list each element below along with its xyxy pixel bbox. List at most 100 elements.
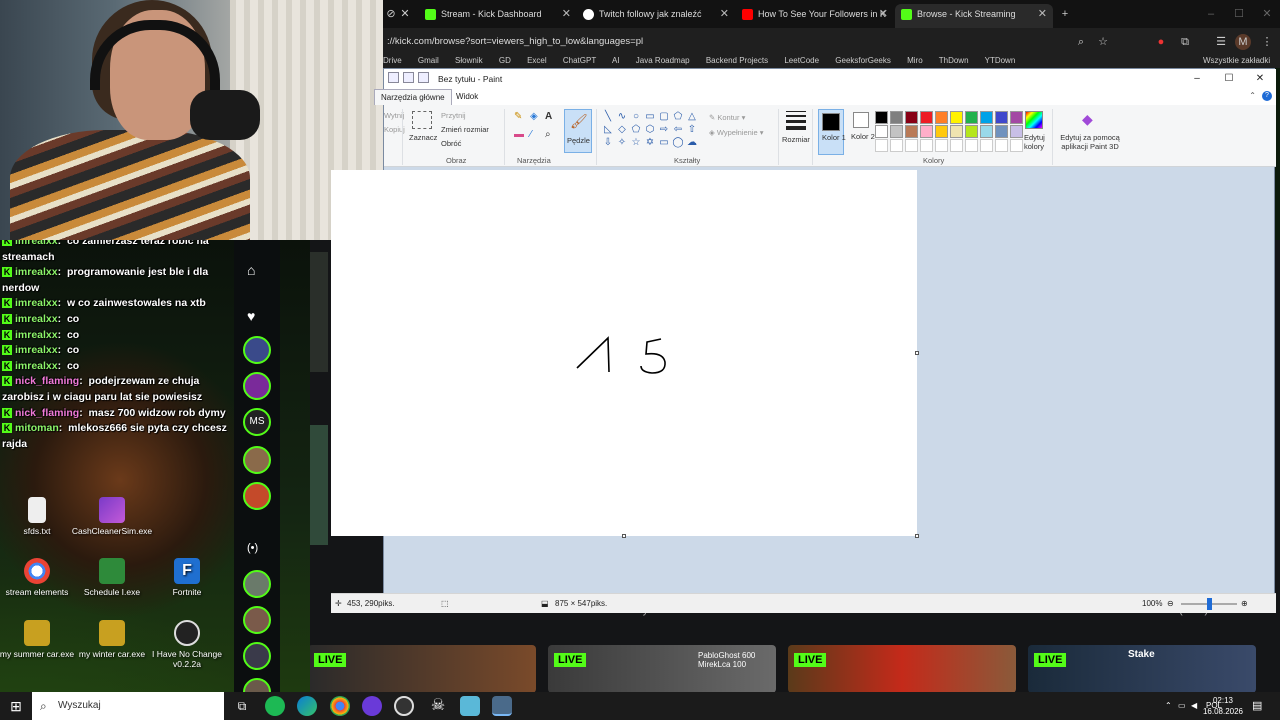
custom-color-slot[interactable] bbox=[950, 139, 963, 152]
tab-view[interactable]: Widok bbox=[450, 89, 484, 105]
color1-button[interactable]: Kolor 1 bbox=[818, 109, 846, 155]
redo-icon[interactable] bbox=[418, 72, 429, 83]
resize-handle[interactable] bbox=[915, 534, 919, 538]
palette-swatch[interactable] bbox=[950, 125, 963, 138]
channel-avatar[interactable] bbox=[243, 642, 271, 670]
text-icon[interactable]: A bbox=[545, 111, 552, 122]
palette-swatch[interactable] bbox=[950, 111, 963, 124]
palette-swatch[interactable] bbox=[935, 125, 948, 138]
channel-avatar[interactable]: MS bbox=[243, 408, 271, 436]
hexagon-shape-icon[interactable]: ⬡ bbox=[644, 124, 656, 136]
desktop-icon[interactable]: CashCleanerSim.exe bbox=[67, 497, 157, 536]
size-button[interactable] bbox=[786, 111, 806, 130]
oval-shape-icon[interactable]: ○ bbox=[630, 111, 642, 123]
color2-button[interactable]: Kolor 2 bbox=[848, 109, 875, 155]
app-icon[interactable] bbox=[460, 696, 480, 716]
star5-shape-icon[interactable]: ☆ bbox=[630, 137, 642, 149]
arrow-up-shape-icon[interactable]: ⇧ bbox=[686, 124, 698, 136]
minimize-icon[interactable]: – bbox=[1203, 6, 1219, 22]
select-button[interactable]: Zaznacz bbox=[409, 133, 437, 142]
palette-swatch[interactable] bbox=[995, 111, 1008, 124]
maximize-icon[interactable]: ☐ bbox=[1214, 69, 1244, 89]
bookmark[interactable]: Backend Projects bbox=[706, 56, 768, 65]
live-stream-card[interactable]: LIVE Stake bbox=[1028, 645, 1256, 693]
tab-home[interactable]: Narzędzia główne bbox=[374, 89, 452, 105]
live-stream-card[interactable]: LIVE PabloGhost 600 MirekLca 100 bbox=[548, 645, 776, 693]
bookmark-star-icon[interactable]: ☆ bbox=[1095, 34, 1111, 50]
resize-handle[interactable] bbox=[622, 534, 626, 538]
arrow-left-shape-icon[interactable]: ⇦ bbox=[672, 124, 684, 136]
bookmark[interactable]: ChatGPT bbox=[563, 56, 596, 65]
network-icon[interactable]: ▭ bbox=[1178, 692, 1186, 720]
zoom-out-icon[interactable]: ⊖ bbox=[1167, 594, 1174, 614]
tab-active[interactable]: Browse - Kick Streaming ✕ bbox=[895, 4, 1053, 28]
chrome-icon[interactable] bbox=[330, 696, 350, 716]
edit-colors-label[interactable]: Edytuj kolory bbox=[1024, 133, 1052, 151]
desktop-icon[interactable]: F Fortnite bbox=[142, 558, 232, 597]
triangle-shape-icon[interactable]: △ bbox=[686, 111, 698, 123]
edit-colors-icon[interactable] bbox=[1025, 111, 1043, 129]
save-icon[interactable] bbox=[388, 72, 399, 83]
custom-color-slot[interactable] bbox=[875, 139, 888, 152]
zoom-icon[interactable]: ⌕ bbox=[1073, 34, 1089, 50]
stream-thumbnail-edge[interactable] bbox=[308, 425, 328, 545]
star4-shape-icon[interactable]: ✧ bbox=[616, 137, 628, 149]
close-icon[interactable]: ✕ bbox=[879, 4, 888, 24]
polygon-shape-icon[interactable]: ⬠ bbox=[672, 111, 684, 123]
crop-button[interactable]: Przytnij bbox=[441, 111, 466, 120]
rotate-button[interactable]: Obróć bbox=[441, 139, 461, 148]
curve-shape-icon[interactable]: ∿ bbox=[616, 111, 628, 123]
rounded-rect-shape-icon[interactable]: ▢ bbox=[658, 111, 670, 123]
custom-color-slot[interactable] bbox=[905, 139, 918, 152]
line-shape-icon[interactable]: ╲ bbox=[602, 111, 614, 123]
live-radio-icon[interactable]: (•) bbox=[247, 542, 258, 554]
bookmark[interactable]: GeeksforGeeks bbox=[835, 56, 891, 65]
close-icon[interactable]: ✕ bbox=[397, 6, 413, 22]
collapse-ribbon-icon[interactable]: ⌃ bbox=[1249, 91, 1256, 100]
address-bar[interactable]: ://kick.com/browse?sort=viewers_high_to_… bbox=[383, 30, 1280, 54]
palette-swatch[interactable] bbox=[995, 125, 1008, 138]
spotify-icon[interactable] bbox=[265, 696, 285, 716]
palette-swatch[interactable] bbox=[890, 125, 903, 138]
notifications-icon[interactable]: ▤ bbox=[1252, 692, 1262, 720]
extensions-puzzle-icon[interactable]: ⧉ bbox=[1177, 34, 1193, 50]
zoom-slider[interactable] bbox=[1181, 598, 1237, 610]
magnifier-icon[interactable]: ⌕ bbox=[545, 129, 551, 140]
custom-color-slot[interactable] bbox=[980, 139, 993, 152]
zoom-in-icon[interactable]: ⊕ bbox=[1241, 594, 1248, 614]
tab[interactable]: How To See Your Followers in K ✕ bbox=[736, 4, 894, 28]
tray-chevron-icon[interactable]: ⌃ bbox=[1165, 692, 1172, 720]
bookmark[interactable]: Słownik bbox=[455, 56, 483, 65]
pencil-icon[interactable]: ✎ bbox=[514, 111, 522, 122]
close-icon[interactable]: ✕ bbox=[720, 4, 729, 24]
outline-dropdown[interactable]: ✎ Kontur ▾ bbox=[709, 113, 745, 122]
heart-icon[interactable]: ♥ bbox=[247, 308, 255, 324]
bookmark[interactable]: YTDown bbox=[985, 56, 1016, 65]
callout-oval-shape-icon[interactable]: ◯ bbox=[672, 137, 684, 149]
help-icon[interactable]: ? bbox=[1262, 91, 1272, 101]
resize-button[interactable]: Zmień rozmiar bbox=[441, 125, 489, 134]
custom-color-slot[interactable] bbox=[1010, 139, 1023, 152]
palette-swatch[interactable] bbox=[965, 111, 978, 124]
palette-swatch[interactable] bbox=[890, 111, 903, 124]
bookmark[interactable]: Drive bbox=[383, 56, 402, 65]
palette-swatch[interactable] bbox=[905, 125, 918, 138]
palette-swatch[interactable] bbox=[920, 125, 933, 138]
bookmark[interactable]: ThDown bbox=[939, 56, 969, 65]
color-picker-icon[interactable]: ⁄ bbox=[530, 129, 532, 140]
drawing-canvas[interactable]: 15 bbox=[331, 170, 919, 538]
channel-avatar[interactable] bbox=[243, 372, 271, 400]
browse-icon[interactable]: ⌂ bbox=[247, 262, 255, 278]
obs-icon[interactable] bbox=[394, 696, 414, 716]
arrow-down-shape-icon[interactable]: ⇩ bbox=[602, 137, 614, 149]
brushes-button[interactable]: 🖌 Pędzle bbox=[564, 109, 592, 153]
undo-icon[interactable] bbox=[403, 72, 414, 83]
custom-color-slot[interactable] bbox=[890, 139, 903, 152]
volume-icon[interactable]: ◀ bbox=[1191, 692, 1197, 720]
close-window-icon[interactable]: ✕ bbox=[1259, 6, 1275, 22]
windows-start-icon[interactable]: ⊞ bbox=[0, 692, 32, 720]
new-tab-icon[interactable]: + bbox=[1057, 6, 1073, 22]
bookmark[interactable]: AI bbox=[612, 56, 620, 65]
live-stream-card[interactable]: LIVE bbox=[788, 645, 1016, 693]
stream-thumbnail-edge[interactable] bbox=[308, 252, 328, 372]
